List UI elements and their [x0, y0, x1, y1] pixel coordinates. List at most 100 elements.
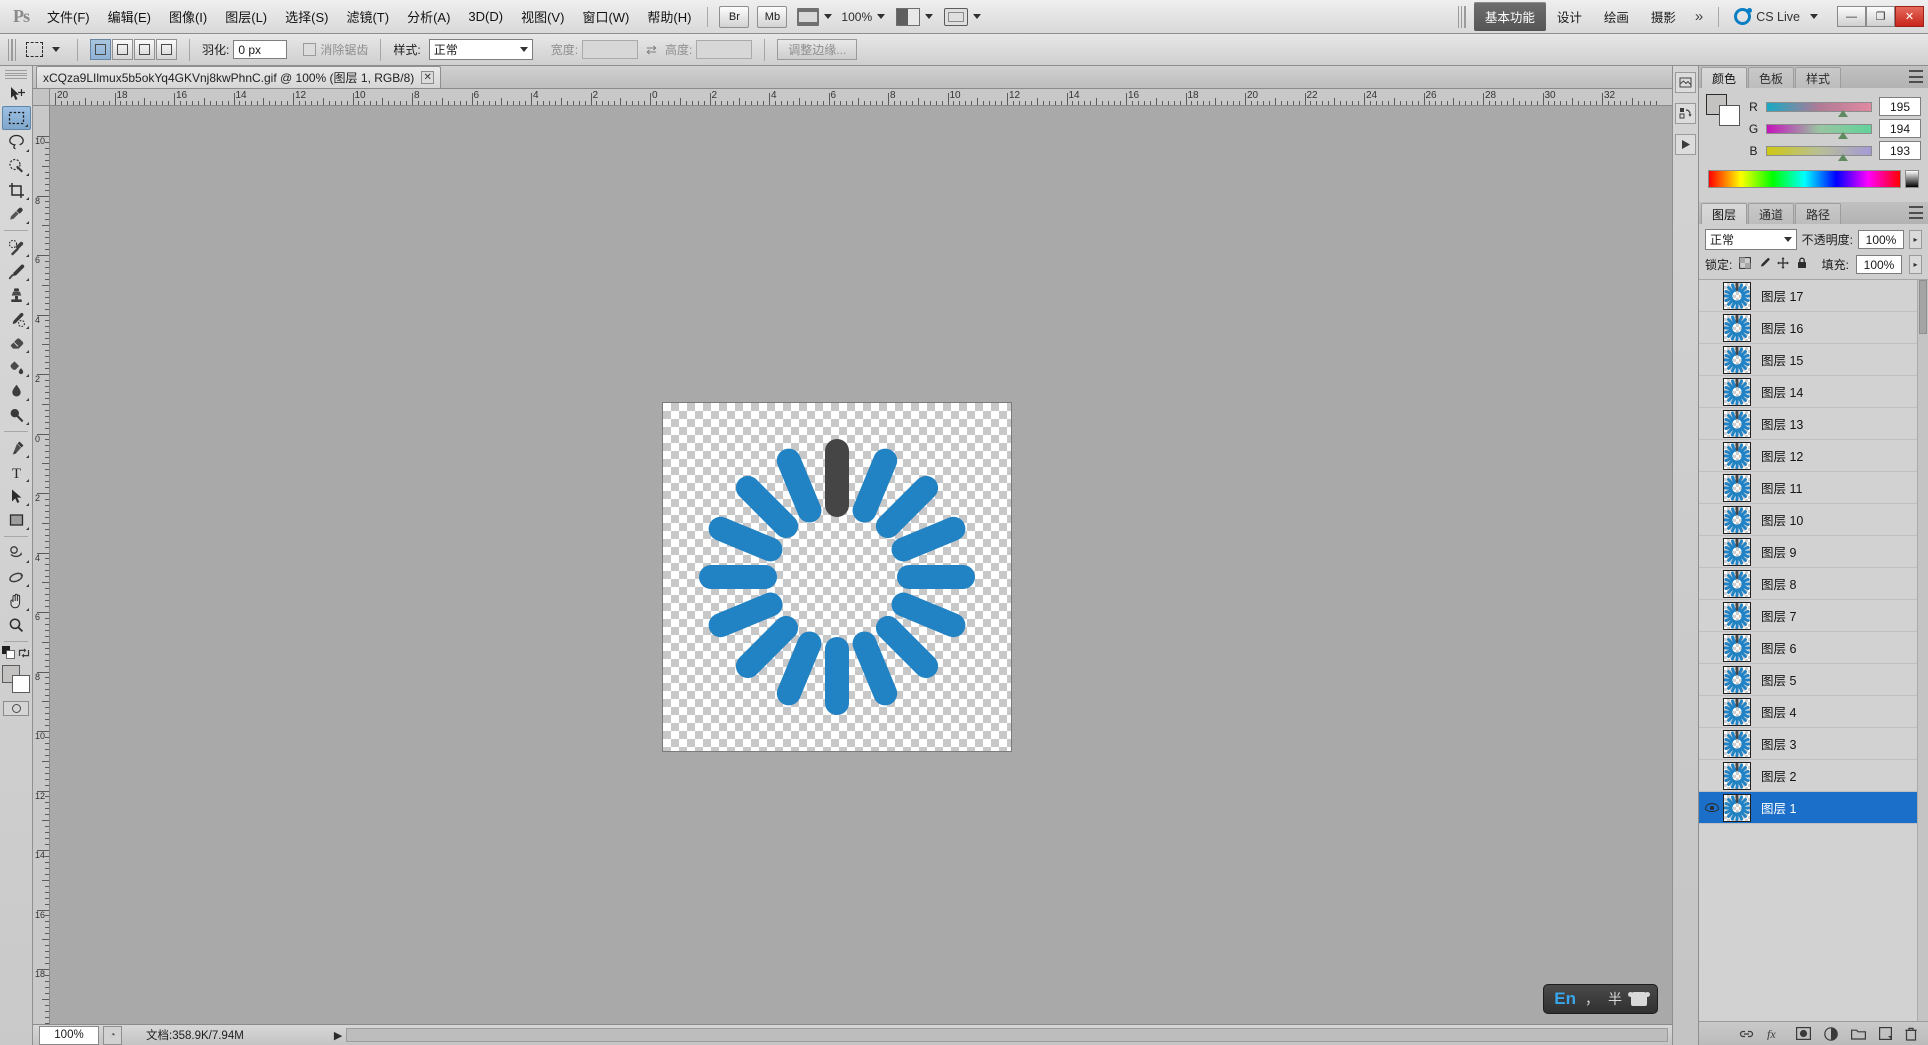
width-input[interactable] — [582, 40, 638, 59]
workspace-tab-design[interactable]: 设计 — [1546, 2, 1593, 31]
canvas-viewport[interactable]: En ， 半 — [50, 106, 1672, 1024]
tab-channels[interactable]: 通道 — [1748, 203, 1794, 224]
layer-name[interactable]: 图层 15 — [1761, 350, 1803, 369]
layer-row[interactable]: 图层 13 — [1699, 408, 1928, 440]
launch-bridge-button[interactable]: Br — [719, 6, 749, 28]
color-panel-menu-icon[interactable] — [1909, 70, 1923, 83]
refine-edge-button[interactable]: 调整边缘... — [777, 39, 857, 60]
rectangular-marquee-icon[interactable] — [26, 42, 43, 57]
horizontal-type-tool[interactable]: T — [2, 460, 31, 484]
layer-row[interactable]: 图层 12 — [1699, 440, 1928, 472]
horizontal-ruler[interactable]: 2018161412108642024681012141618202224262… — [33, 89, 1672, 106]
layer-row[interactable]: 图层 8 — [1699, 568, 1928, 600]
close-button[interactable]: ✕ — [1895, 6, 1924, 27]
workspace-tab-photography[interactable]: 摄影 — [1640, 2, 1687, 31]
history-brush-tool[interactable] — [2, 307, 31, 331]
layer-row[interactable]: 图层 5 — [1699, 664, 1928, 696]
blend-mode-select[interactable]: 正常 — [1705, 229, 1797, 250]
layer-name[interactable]: 图层 2 — [1761, 766, 1796, 785]
style-select[interactable]: 正常 — [429, 39, 533, 60]
vertical-ruler[interactable]: 108642024681012141618 — [33, 106, 50, 1024]
options-bar-handle[interactable] — [8, 39, 16, 61]
channel-value-g[interactable]: 194 — [1879, 119, 1921, 138]
document-tab[interactable]: xCQza9LIlmux5b5okYq4GKVnj8kwPhnC.gif @ 1… — [36, 66, 441, 88]
layer-thumbnail[interactable] — [1723, 474, 1751, 502]
mini-bridge-panel-icon[interactable] — [1675, 72, 1696, 93]
layer-row[interactable]: 图层 14 — [1699, 376, 1928, 408]
quick-selection-tool[interactable] — [2, 154, 31, 178]
tab-swatches[interactable]: 色板 — [1748, 67, 1794, 88]
layer-thumbnail[interactable] — [1723, 538, 1751, 566]
channel-value-b[interactable]: 193 — [1879, 141, 1921, 160]
layer-thumbnail[interactable] — [1723, 410, 1751, 438]
menu-file[interactable]: 文件(F) — [38, 3, 99, 30]
3d-object-rotate-tool[interactable] — [2, 541, 31, 565]
slider-thumb[interactable] — [1838, 154, 1848, 161]
lock-position-icon[interactable] — [1777, 257, 1789, 272]
menu-edit[interactable]: 编辑(E) — [99, 3, 160, 30]
layer-name[interactable]: 图层 10 — [1761, 510, 1803, 529]
move-tool[interactable] — [2, 82, 31, 106]
3d-camera-rotate-tool[interactable] — [2, 565, 31, 589]
status-zoom-input[interactable]: 100% — [39, 1026, 99, 1045]
zoom-chevron-down-icon[interactable] — [877, 14, 885, 19]
slider-thumb[interactable] — [1838, 132, 1848, 139]
background-color-swatch[interactable] — [12, 675, 30, 693]
tab-layers[interactable]: 图层 — [1701, 203, 1747, 224]
layer-name[interactable]: 图层 17 — [1761, 286, 1803, 305]
add-to-selection-button[interactable] — [112, 39, 133, 60]
lock-all-icon[interactable] — [1796, 257, 1808, 272]
pen-tool[interactable] — [2, 436, 31, 460]
lasso-tool[interactable] — [2, 130, 31, 154]
status-info-menu-icon[interactable]: ▶ — [334, 1029, 342, 1042]
channel-value-r[interactable]: 195 — [1879, 97, 1921, 116]
layer-name[interactable]: 图层 9 — [1761, 542, 1796, 561]
eraser-tool[interactable] — [2, 331, 31, 355]
layer-thumbnail[interactable] — [1723, 634, 1751, 662]
layer-name[interactable]: 图层 6 — [1761, 638, 1796, 657]
tab-styles[interactable]: 样式 — [1795, 67, 1841, 88]
link-layers-icon[interactable] — [1739, 1028, 1754, 1040]
new-layer-icon[interactable] — [1879, 1027, 1892, 1040]
layer-row[interactable]: 图层 17 — [1699, 280, 1928, 312]
layer-name[interactable]: 图层 13 — [1761, 414, 1803, 433]
crop-tool[interactable] — [2, 178, 31, 202]
layer-name[interactable]: 图层 1 — [1761, 798, 1796, 817]
background-color-swatch[interactable] — [1719, 105, 1740, 126]
quick-mask-button[interactable] — [3, 701, 29, 716]
default-colors-icon[interactable] — [2, 646, 15, 659]
artboard[interactable] — [662, 402, 1012, 752]
ime-language-label[interactable]: En — [1554, 989, 1576, 1009]
close-icon[interactable]: ✕ — [421, 71, 434, 84]
eyedropper-tool[interactable] — [2, 202, 31, 226]
color-spectrum-bar[interactable] — [1708, 170, 1901, 188]
adjustment-layer-icon[interactable] — [1824, 1027, 1838, 1041]
menu-view[interactable]: 视图(V) — [512, 3, 573, 30]
layer-row[interactable]: 图层 3 — [1699, 728, 1928, 760]
menu-analysis[interactable]: 分析(A) — [398, 3, 459, 30]
layer-thumbnail[interactable] — [1723, 730, 1751, 758]
rectangle-shape-tool[interactable] — [2, 508, 31, 532]
menu-help[interactable]: 帮助(H) — [638, 3, 700, 30]
color-panel-swatches[interactable] — [1706, 94, 1740, 126]
menu-select[interactable]: 选择(S) — [276, 3, 337, 30]
layer-name[interactable]: 图层 14 — [1761, 382, 1803, 401]
ime-punctuation-icon[interactable]: ， — [1585, 989, 1599, 1009]
slider-thumb[interactable] — [1838, 110, 1848, 117]
blur-tool[interactable] — [2, 379, 31, 403]
launch-mini-bridge-button[interactable]: Mb — [757, 6, 787, 28]
layer-thumbnail[interactable] — [1723, 666, 1751, 694]
maximize-button[interactable]: ❐ — [1866, 6, 1895, 27]
layer-row[interactable]: 图层 16 — [1699, 312, 1928, 344]
path-selection-tool[interactable] — [2, 484, 31, 508]
arrange-documents-button[interactable] — [896, 8, 938, 26]
lock-transparency-icon[interactable] — [1739, 257, 1751, 272]
layer-name[interactable]: 图层 12 — [1761, 446, 1803, 465]
layer-visibility-toggle[interactable] — [1701, 803, 1723, 812]
layer-row[interactable]: 图层 9 — [1699, 536, 1928, 568]
channel-slider-r[interactable] — [1766, 102, 1872, 112]
antialias-checkbox[interactable]: 消除锯齿 — [303, 41, 368, 58]
layer-name[interactable]: 图层 8 — [1761, 574, 1796, 593]
clone-stamp-tool[interactable] — [2, 283, 31, 307]
dodge-tool[interactable] — [2, 403, 31, 427]
